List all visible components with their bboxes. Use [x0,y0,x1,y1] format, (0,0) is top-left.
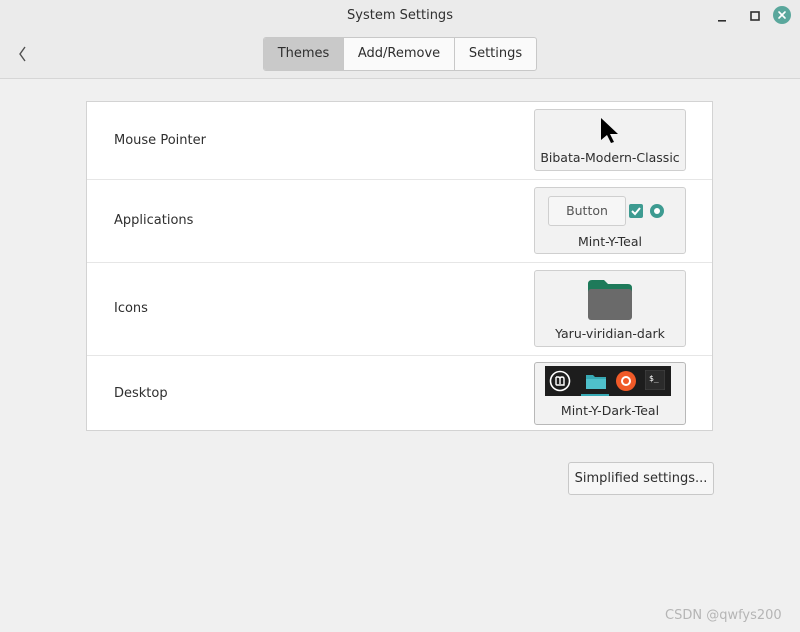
chevron-left-icon [19,46,26,62]
close-icon [778,11,786,19]
maximize-button[interactable] [745,6,765,26]
window-title: System Settings [347,8,453,23]
minimize-button[interactable] [712,6,732,26]
minimize-icon [718,20,726,22]
themes-panel: Mouse Pointer Bibata-Modern-Classic Appl… [86,101,713,431]
maximize-icon [750,11,760,21]
row-applications: Applications Button Mint-Y-Teal [87,179,712,263]
svg-text:$_: $_ [649,374,659,383]
mint-menu-icon [549,370,571,392]
folder-icon [588,280,632,320]
active-indicator [581,394,609,396]
tab-themes[interactable]: Themes [264,38,344,70]
row-label: Icons [114,301,148,316]
theme-name: Yaru-viridian-dark [555,326,665,341]
tab-add-remove[interactable]: Add/Remove [344,38,455,70]
theme-name: Mint-Y-Teal [578,234,642,249]
back-button[interactable] [12,42,32,66]
theme-name: Bibata-Modern-Classic [540,150,680,165]
tab-bar: Themes Add/Remove Settings [263,37,537,71]
tab-settings[interactable]: Settings [455,38,536,70]
header-bar: System Settings Themes Add/Remove Settin… [0,0,800,79]
cursor-arrow-icon [601,118,618,143]
icons-theme-button[interactable]: Yaru-viridian-dark [534,270,686,347]
theme-name: Mint-Y-Dark-Teal [560,403,660,418]
row-label: Mouse Pointer [114,133,206,148]
row-desktop: Desktop $_ Mint-Y-Dark-Teal [87,355,712,431]
firefox-icon [616,371,636,391]
radio-icon [650,204,664,218]
files-icon [586,375,606,389]
panel-preview: $_ [545,366,671,396]
applications-theme-button[interactable]: Button Mint-Y-Teal [534,187,686,254]
desktop-theme-button[interactable]: $_ Mint-Y-Dark-Teal [534,362,686,425]
terminal-icon: $_ [645,370,665,390]
close-button[interactable] [773,6,791,24]
mouse-pointer-theme-button[interactable]: Bibata-Modern-Classic [534,109,686,171]
preview-button: Button [548,196,626,226]
row-label: Applications [114,213,194,228]
checkbox-icon [629,204,643,218]
row-icons: Icons Yaru-viridian-dark [87,262,712,356]
watermark: CSDN @qwfys200 [665,608,782,623]
row-mouse-pointer: Mouse Pointer Bibata-Modern-Classic [87,102,712,180]
simplified-settings-button[interactable]: Simplified settings... [568,462,714,495]
row-label: Desktop [114,386,168,401]
